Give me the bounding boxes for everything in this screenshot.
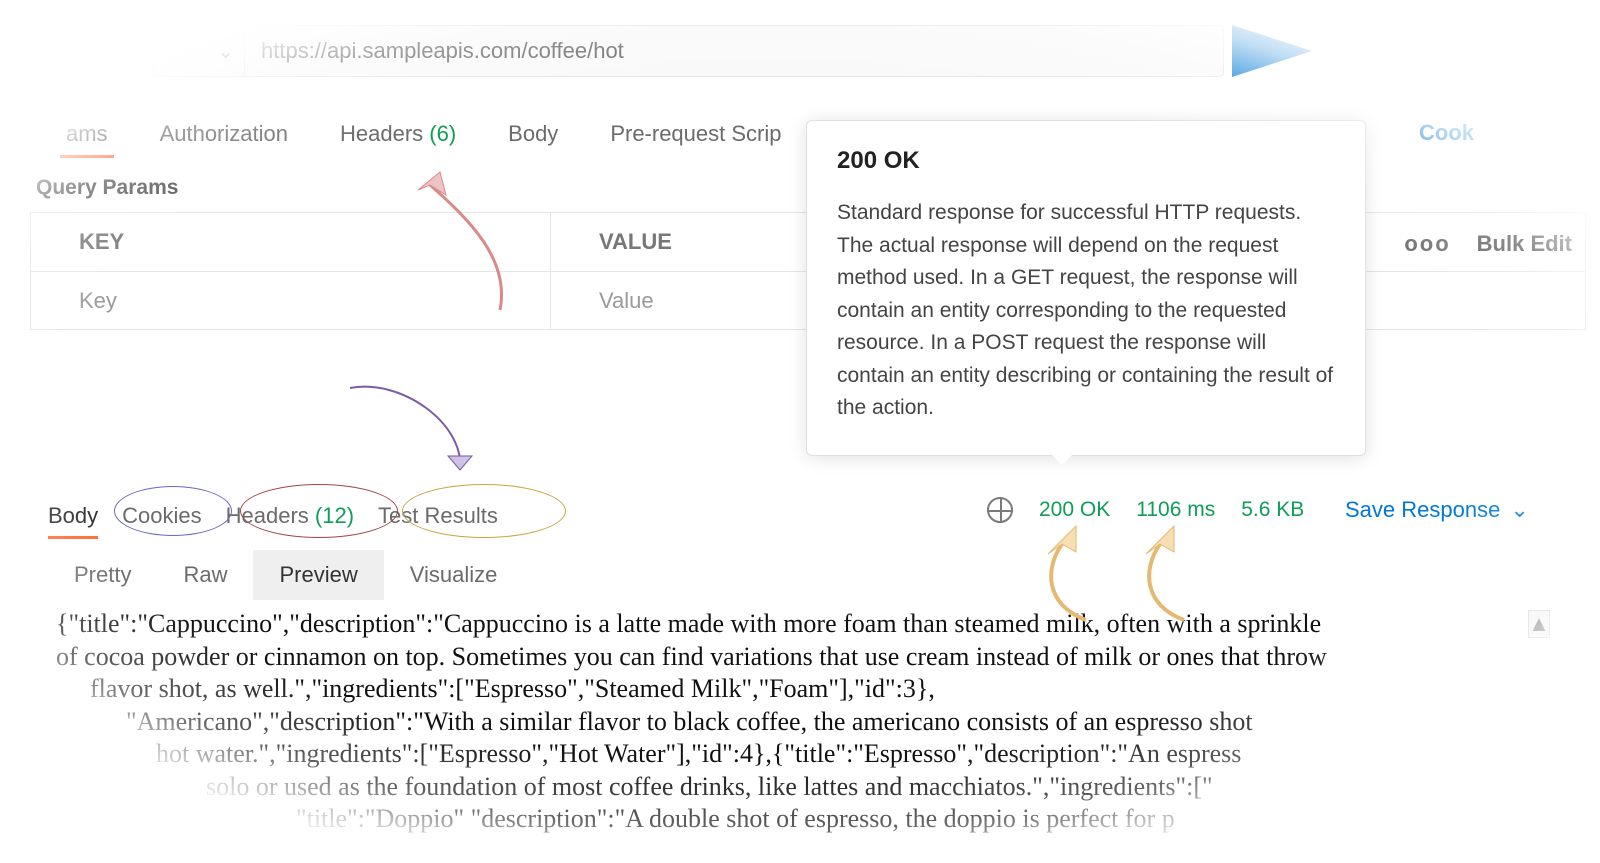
tooltip-caret <box>1052 455 1072 465</box>
tab-body[interactable]: Body <box>502 113 564 155</box>
tab-authorization[interactable]: Authorization <box>154 113 294 155</box>
url-input[interactable] <box>245 38 1223 64</box>
tooltip-title: 200 OK <box>837 147 1335 175</box>
save-response-dropdown[interactable]: Save Response ⌄ <box>1345 497 1529 523</box>
view-raw[interactable]: Raw <box>157 550 253 600</box>
bulk-edit-link[interactable]: Bulk Edit <box>1477 231 1572 257</box>
request-tabs: ams Authorization Headers (6) Body Pre-r… <box>60 113 788 158</box>
preview-line: of cocoa powder or cinnamon on top. Some… <box>56 641 1511 674</box>
response-time[interactable]: 1106 ms <box>1136 498 1215 522</box>
preview-line: {"title":"Cappuccino","description":"Cap… <box>56 608 1511 641</box>
tab-headers[interactable]: Headers (6) <box>334 113 462 155</box>
section-title: Query Params <box>36 176 178 200</box>
status-tooltip: 200 OK Standard response for successful … <box>806 120 1366 456</box>
key-input[interactable]: Key <box>31 272 551 329</box>
preview-line: solo or used as the foundation of most c… <box>56 771 1511 804</box>
cookies-link[interactable]: Cook <box>1419 120 1474 146</box>
annotation-circle-headers <box>240 484 398 538</box>
scroll-up-button[interactable]: ▲ <box>1528 610 1550 638</box>
response-preview: {"title":"Cappuccino","description":"Cap… <box>56 608 1511 836</box>
view-visualize[interactable]: Visualize <box>384 550 524 600</box>
view-pretty[interactable]: Pretty <box>48 550 157 600</box>
view-preview[interactable]: Preview <box>253 550 383 600</box>
status-code[interactable]: 200 OK <box>1039 498 1110 522</box>
tab-headers-count: (6) <box>429 121 456 146</box>
res-tab-body[interactable]: Body <box>48 497 98 535</box>
globe-icon[interactable] <box>987 497 1013 523</box>
response-size[interactable]: 5.6 KB <box>1241 498 1304 522</box>
preview-line: hot water.","ingredients":["Espresso","H… <box>56 738 1511 771</box>
preview-line: "title":"Doppio" "description":"A double… <box>56 803 1511 836</box>
col-key-header: KEY <box>31 213 551 271</box>
view-tabs: Pretty Raw Preview Visualize <box>48 550 523 600</box>
tab-pre-request[interactable]: Pre-request Scrip <box>604 113 787 155</box>
http-method-dropdown[interactable]: ⌄ <box>153 26 245 76</box>
preview-line: flavor shot, as well.","ingredients":["E… <box>56 673 1511 706</box>
tab-headers-label: Headers <box>340 121 423 146</box>
url-bar: ⌄ <box>152 25 1224 77</box>
table-ops: ooo Bulk Edit <box>1404 231 1572 257</box>
chevron-down-icon: ⌄ <box>1510 497 1528 523</box>
annotation-arrow-purple <box>330 378 500 498</box>
save-response-label: Save Response <box>1345 497 1500 523</box>
response-status-bar: 200 OK 1106 ms 5.6 KB <box>987 497 1304 523</box>
send-button[interactable] <box>1232 25 1312 77</box>
chevron-down-icon: ⌄ <box>217 39 234 64</box>
preview-line: "Americano","description":"With a simila… <box>56 706 1511 739</box>
tab-params[interactable]: ams <box>60 113 114 158</box>
annotation-circle-test-results <box>402 484 566 538</box>
tooltip-body: Standard response for successful HTTP re… <box>837 197 1335 425</box>
annotation-circle-cookies <box>114 486 232 536</box>
more-columns-icon[interactable]: ooo <box>1404 231 1450 257</box>
